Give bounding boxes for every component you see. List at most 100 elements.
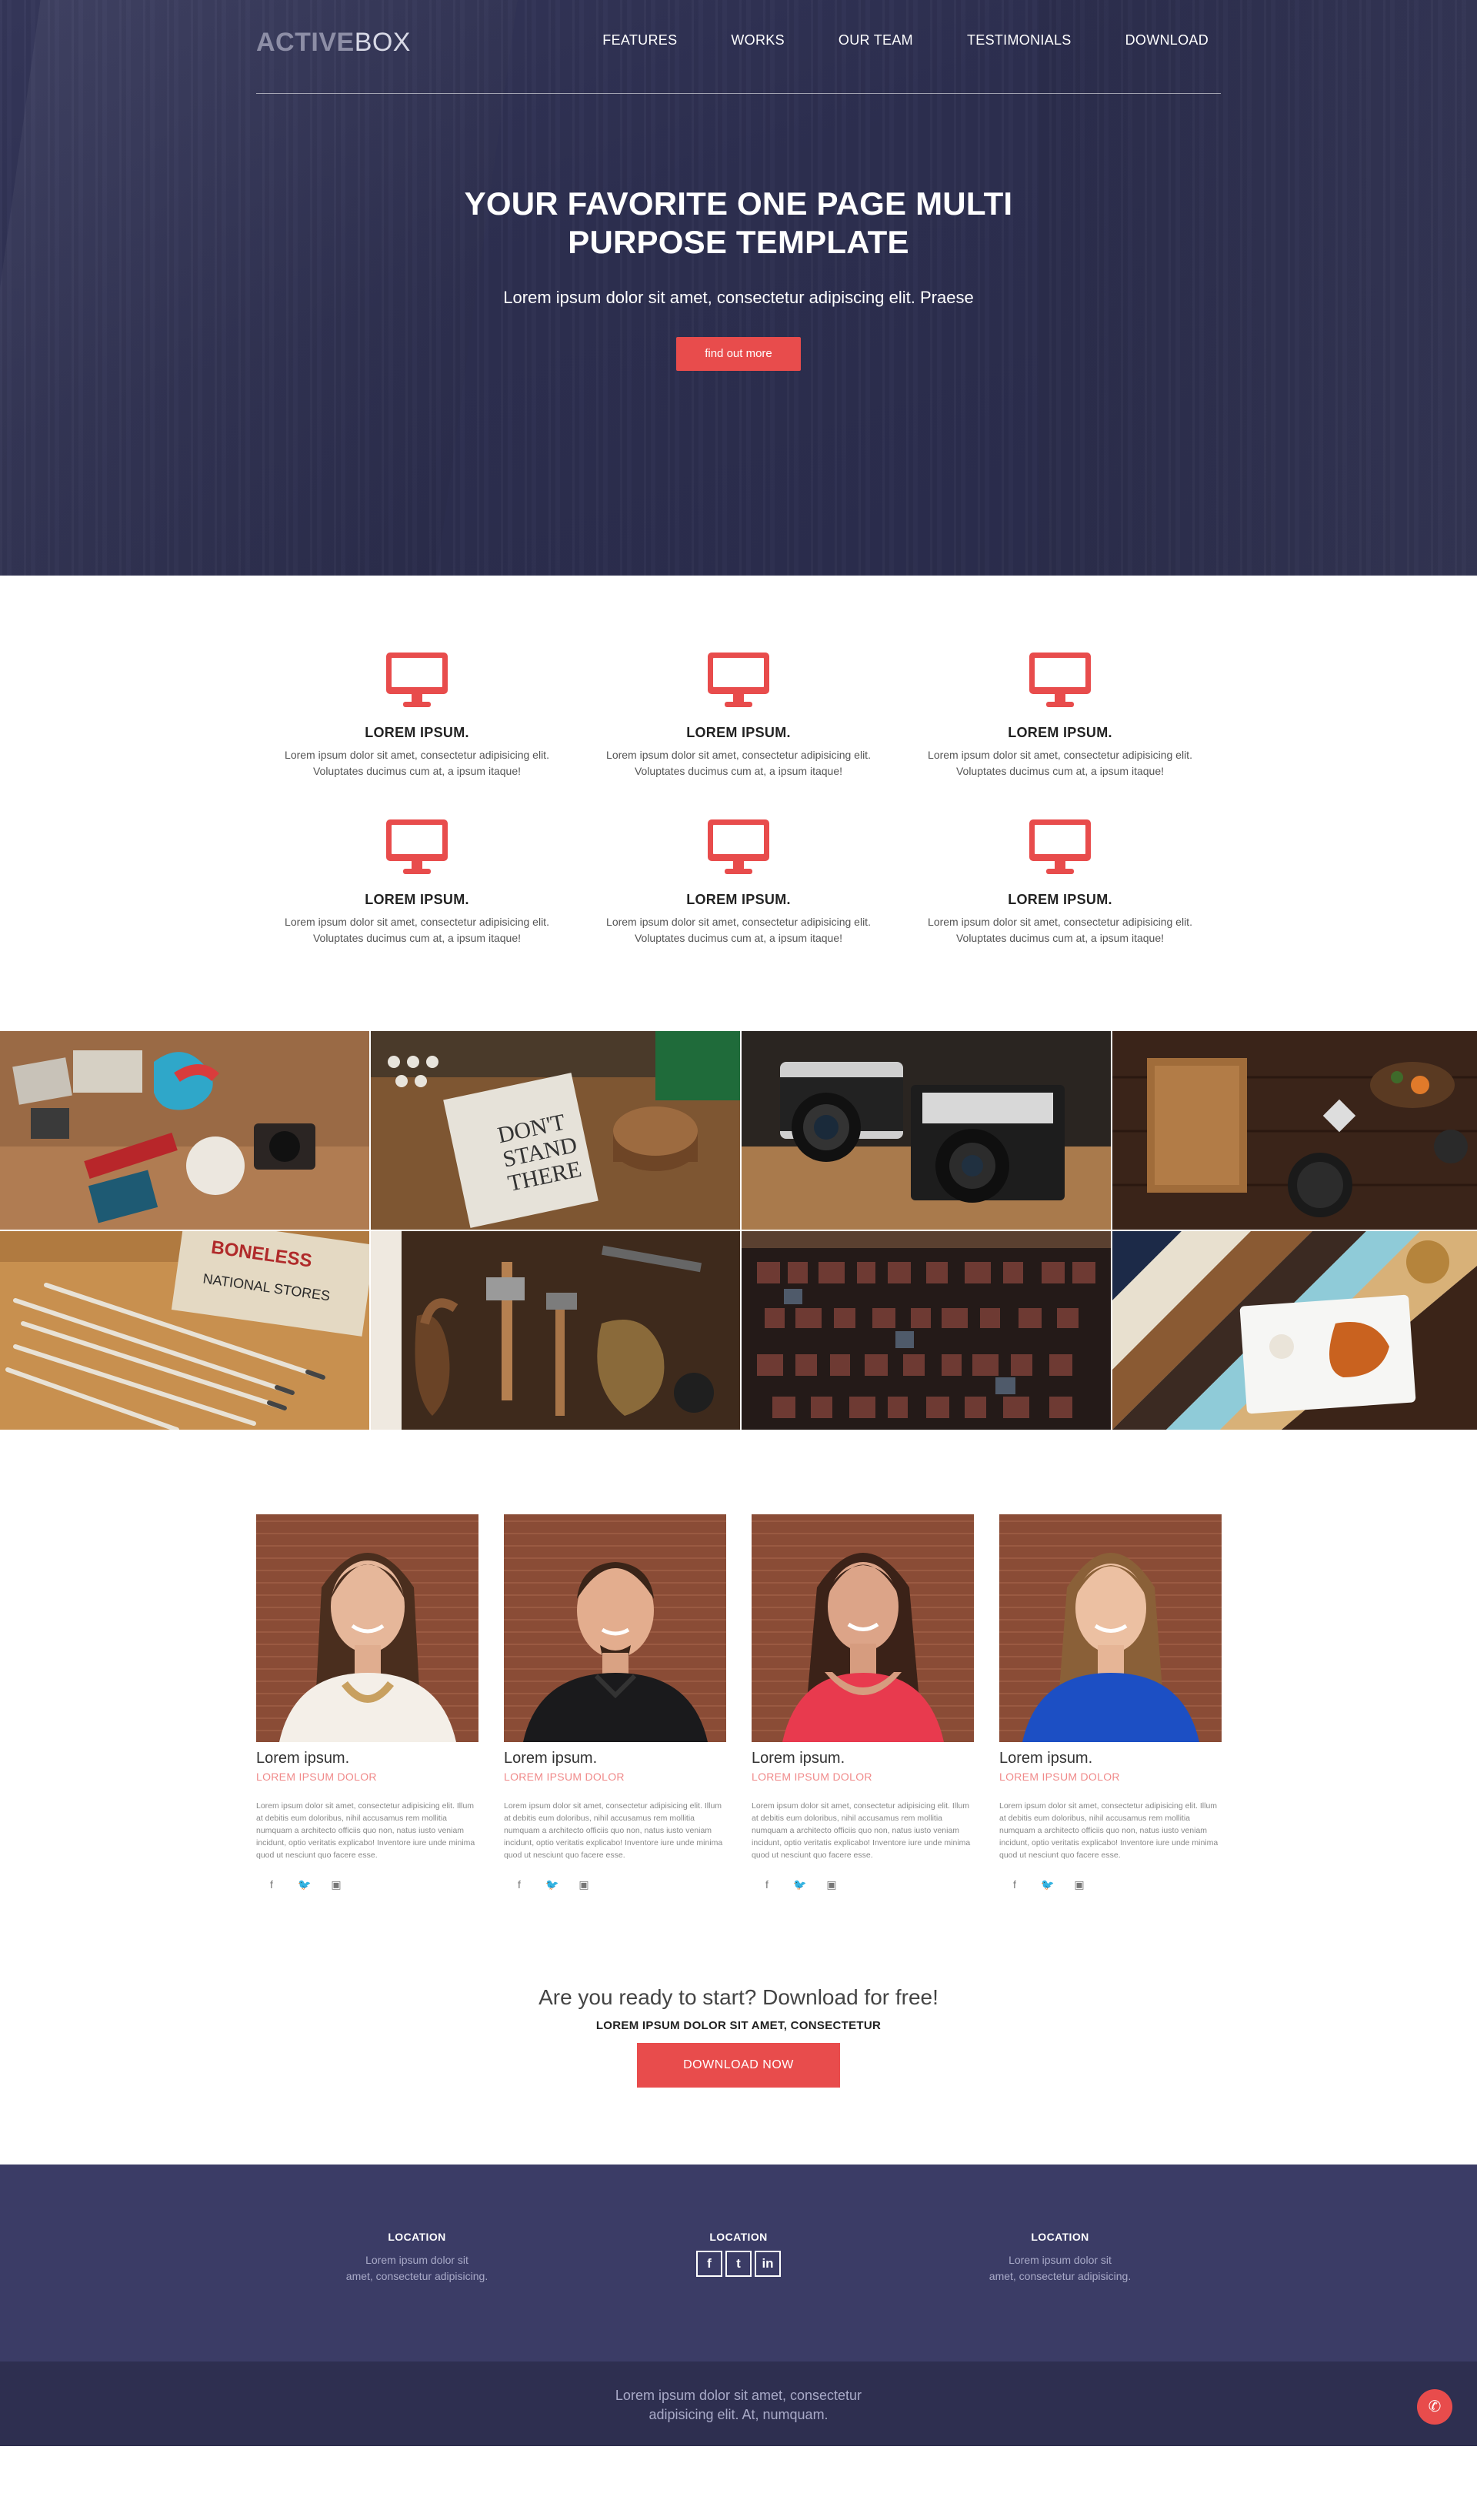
footer-title: LOCATION (709, 2231, 768, 2243)
footer-column-location: LOCATION Lorem ipsum dolor sit amet, cons… (256, 2231, 578, 2285)
feature-title: LOREM IPSUM. (686, 725, 791, 740)
member-role: LOREM IPSUM DOLOR (504, 1771, 625, 1783)
footer-title: LOCATION (388, 2231, 446, 2243)
feature-text: Lorem ipsum dolor sit amet, consectetur … (606, 916, 871, 928)
gallery-image-food-plate[interactable] (1112, 1231, 1477, 1430)
twitter-icon[interactable]: 🐦 (1041, 1878, 1054, 1891)
facebook-icon[interactable]: f (265, 1878, 278, 1891)
find-out-more-button[interactable]: find out more (676, 337, 801, 371)
feature-item: LOREM IPSUM. Lorem ipsum dolor sit amet,… (899, 818, 1221, 946)
feature-item: LOREM IPSUM. Lorem ipsum dolor sit amet,… (578, 818, 899, 946)
twitter-icon[interactable]: 🐦 (545, 1878, 558, 1891)
facebook-icon[interactable]: f (696, 2251, 722, 2277)
footer: LOCATION Lorem ipsum dolor sit amet, cons… (0, 2165, 1477, 2361)
phone-icon[interactable]: ✆ (1417, 2389, 1452, 2425)
top-nav: ACTIVEBOX FEATURES WORKS OUR TEAM TESTIM… (256, 0, 1221, 94)
twitter-icon[interactable]: 🐦 (793, 1878, 806, 1891)
member-name: Lorem ipsum. (999, 1750, 1093, 1767)
linkedin-icon[interactable]: ▣ (1073, 1878, 1085, 1891)
footer-text: Lorem ipsum dolor sit (1009, 2254, 1112, 2266)
feature-text: Voluptates ducimus cum at, a ipsum itaqu… (634, 932, 843, 944)
feature-text: Voluptates ducimus cum at, a ipsum itaqu… (312, 765, 522, 777)
feature-text: Voluptates ducimus cum at, a ipsum itaqu… (312, 932, 522, 944)
monitor-icon (706, 818, 771, 876)
facebook-icon[interactable]: f (513, 1878, 525, 1891)
facebook-icon[interactable]: f (1009, 1878, 1021, 1891)
gallery-image-notebook[interactable]: DON'T STAND THERE (371, 1031, 740, 1230)
monitor-icon (1028, 818, 1092, 876)
feature-item: LOREM IPSUM. Lorem ipsum dolor sit amet,… (899, 651, 1221, 779)
member-bio: Lorem ipsum dolor sit amet, consectetur … (256, 1801, 475, 1860)
avatar (256, 1514, 478, 1742)
linkedin-icon[interactable]: in (755, 2251, 781, 2277)
team-member-card: Lorem ipsum. LOREM IPSUM DOLOR Lorem ips… (504, 1514, 726, 1891)
feature-title: LOREM IPSUM. (686, 892, 791, 907)
linkedin-icon[interactable]: ▣ (578, 1878, 590, 1891)
avatar (504, 1514, 726, 1742)
nav-item-our-team[interactable]: OUR TEAM (839, 32, 913, 48)
footer-column-social: LOCATION f t in (578, 2231, 899, 2285)
monitor-icon (385, 651, 449, 709)
footer-text: amet, consectetur adipisicing. (989, 2270, 1132, 2282)
logo[interactable]: ACTIVEBOX (256, 28, 411, 58)
hero-title: YOUR FAVORITE ONE PAGE MULTI PURPOSE TEM… (464, 185, 1013, 260)
works-gallery: DON'T STAND THERE BONELESS NATIONAL STOR… (0, 1031, 1477, 1430)
facebook-icon[interactable]: f (761, 1878, 773, 1891)
gallery-image-cameras[interactable] (742, 1031, 1111, 1230)
feature-item: LOREM IPSUM. Lorem ipsum dolor sit amet,… (256, 651, 578, 779)
feature-text: Lorem ipsum dolor sit amet, consectetur … (285, 916, 549, 928)
feature-text: Lorem ipsum dolor sit amet, consectetur … (928, 749, 1192, 761)
nav-item-features[interactable]: FEATURES (602, 32, 677, 48)
team-section: Lorem ipsum. LOREM IPSUM DOLOR Lorem ips… (0, 1430, 1477, 1976)
gallery-image-kitchen-table[interactable] (1112, 1031, 1477, 1230)
cta-title: Are you ready to start? Download for fre… (538, 1985, 939, 2009)
linkedin-icon[interactable]: ▣ (825, 1878, 838, 1891)
copyright-text: Lorem ipsum dolor sit amet, consectetur … (615, 2388, 862, 2422)
feature-title: LOREM IPSUM. (365, 892, 469, 907)
hero-section: ACTIVEBOX FEATURES WORKS OUR TEAM TESTIM… (0, 0, 1477, 576)
feature-text: Voluptates ducimus cum at, a ipsum itaqu… (955, 765, 1165, 777)
nav-item-download[interactable]: DOWNLOAD (1125, 32, 1209, 48)
gallery-image-tools[interactable] (371, 1231, 740, 1430)
team-member-card: Lorem ipsum. LOREM IPSUM DOLOR Lorem ips… (999, 1514, 1222, 1891)
download-now-button[interactable]: DOWNLOAD NOW (637, 2043, 840, 2088)
monitor-icon (385, 818, 449, 876)
twitter-icon[interactable]: 🐦 (298, 1878, 311, 1891)
feature-title: LOREM IPSUM. (1008, 892, 1112, 907)
member-name: Lorem ipsum. (256, 1750, 350, 1767)
team-member-card: Lorem ipsum. LOREM IPSUM DOLOR Lorem ips… (256, 1514, 478, 1891)
footer-title: LOCATION (1031, 2231, 1089, 2243)
nav-item-testimonials[interactable]: TESTIMONIALS (967, 32, 1072, 48)
feature-text: Voluptates ducimus cum at, a ipsum itaqu… (955, 932, 1165, 944)
feature-text: Lorem ipsum dolor sit amet, consectetur … (285, 749, 549, 761)
feature-text: Voluptates ducimus cum at, a ipsum itaqu… (634, 765, 843, 777)
bottom-bar: Lorem ipsum dolor sit amet, consectetur … (0, 2361, 1477, 2446)
features-section: LOREM IPSUM. Lorem ipsum dolor sit amet,… (0, 576, 1477, 1031)
member-role: LOREM IPSUM DOLOR (999, 1771, 1120, 1783)
gallery-image-pencils[interactable]: BONELESS NATIONAL STORES (0, 1231, 369, 1430)
linkedin-icon[interactable]: ▣ (330, 1878, 342, 1891)
team-member-card: Lorem ipsum. LOREM IPSUM DOLOR Lorem ips… (752, 1514, 974, 1891)
hero-subtitle: Lorem ipsum dolor sit amet, consectetur … (503, 288, 974, 307)
feature-text: Lorem ipsum dolor sit amet, consectetur … (928, 916, 1192, 928)
avatar (752, 1514, 974, 1742)
monitor-icon (706, 651, 771, 709)
member-bio: Lorem ipsum dolor sit amet, consectetur … (504, 1801, 723, 1860)
cta-subtitle: LOREM IPSUM DOLOR SIT AMET, CONSECTETUR (595, 2019, 882, 2032)
member-role: LOREM IPSUM DOLOR (752, 1771, 872, 1783)
footer-text: Lorem ipsum dolor sit (365, 2254, 468, 2266)
avatar (999, 1514, 1222, 1742)
footer-text: amet, consectetur adipisicing. (345, 2270, 488, 2282)
feature-title: LOREM IPSUM. (1008, 725, 1112, 740)
feature-item: LOREM IPSUM. Lorem ipsum dolor sit amet,… (578, 651, 899, 779)
download-cta-section: Are you ready to start? Download for fre… (0, 1976, 1477, 2165)
nav-menu: FEATURES WORKS OUR TEAM TESTIMONIALS DOW… (602, 32, 1209, 48)
gallery-image-stationery[interactable] (0, 1031, 369, 1230)
member-name: Lorem ipsum. (504, 1750, 598, 1767)
gallery-image-letterpress[interactable] (742, 1231, 1111, 1430)
member-name: Lorem ipsum. (752, 1750, 845, 1767)
member-role: LOREM IPSUM DOLOR (256, 1771, 377, 1783)
member-bio: Lorem ipsum dolor sit amet, consectetur … (999, 1801, 1219, 1860)
twitter-icon[interactable]: t (725, 2251, 752, 2277)
nav-item-works[interactable]: WORKS (731, 32, 785, 48)
